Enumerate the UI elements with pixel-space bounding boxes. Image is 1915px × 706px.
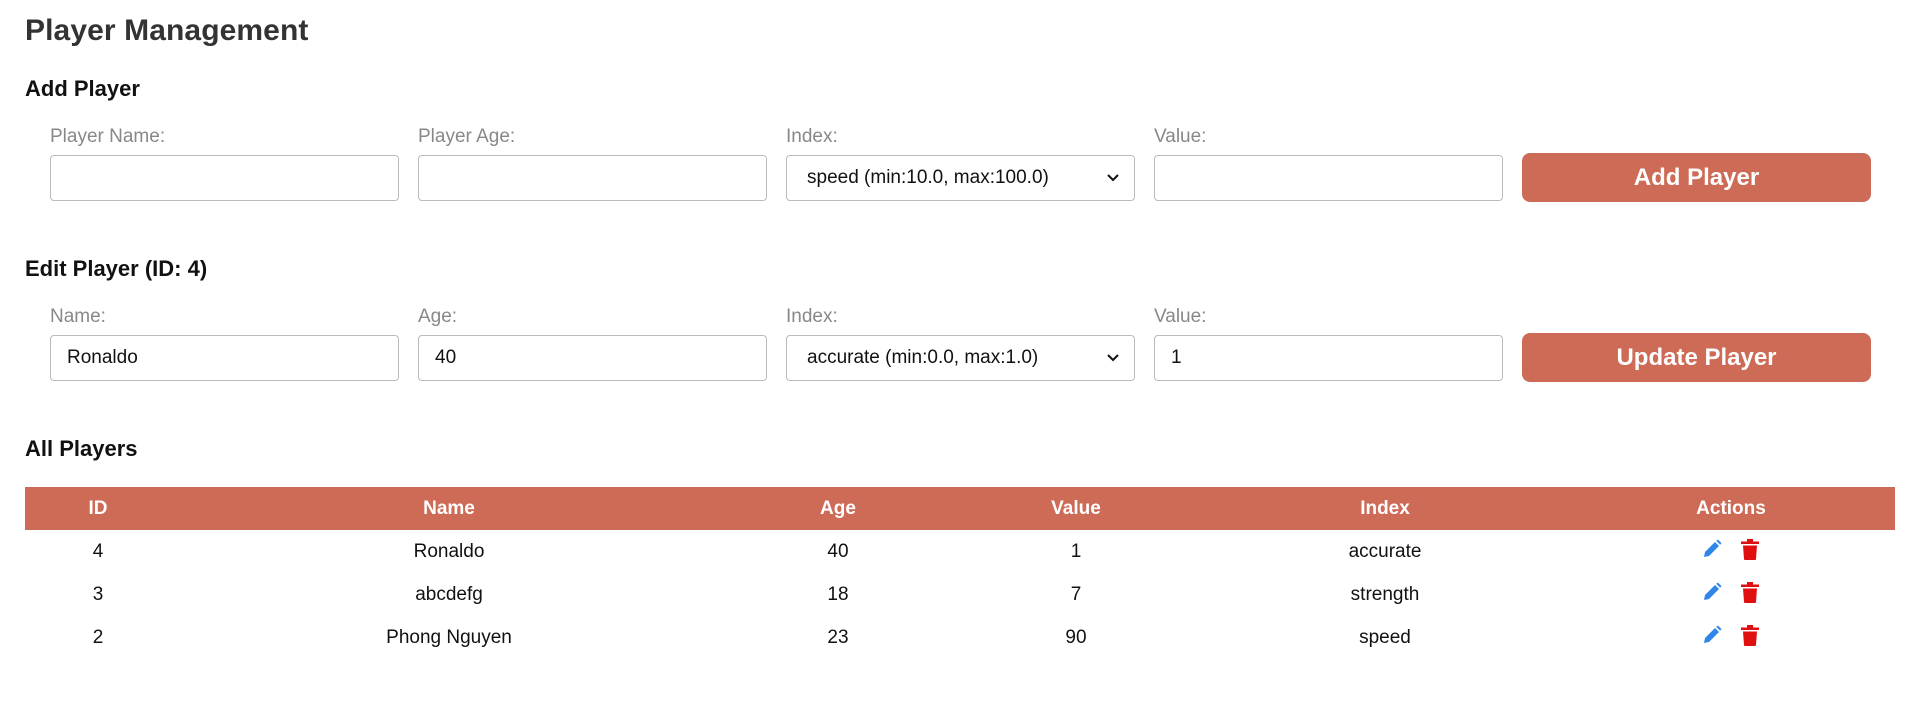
cell-id: 3 — [92, 583, 104, 605]
cell-actions — [1567, 616, 1895, 659]
update-player-button[interactable]: Update Player — [1522, 333, 1871, 382]
trash-icon[interactable] — [1740, 538, 1760, 560]
cell-id: 4 — [92, 540, 104, 562]
cell-value: 7 — [1070, 583, 1082, 605]
table-row: 3 abcdefg 18 7 strength — [25, 573, 1895, 616]
cell-age: 40 — [827, 540, 849, 562]
edit-player-heading: Edit Player (ID: 4) — [25, 256, 208, 281]
cell-value: 1 — [1070, 540, 1082, 562]
column-header-index: Index — [1360, 497, 1410, 519]
column-header-name: Name — [423, 497, 475, 519]
add-index-selected-value: speed (min:10.0, max:100.0) — [807, 167, 1049, 188]
edit-index-label: Index: — [786, 306, 838, 327]
edit-name-input[interactable] — [50, 335, 399, 381]
player-age-input[interactable] — [418, 155, 767, 201]
add-player-heading: Add Player — [25, 76, 140, 101]
add-player-button[interactable]: Add Player — [1522, 153, 1871, 202]
page-title: Player Management — [25, 14, 309, 47]
chevron-down-icon — [1106, 351, 1120, 365]
edit-name-label: Name: — [50, 306, 106, 327]
column-header-id: ID — [88, 497, 108, 519]
table-header-row: ID Name Age Value Index Actions — [25, 487, 1895, 530]
cell-age: 18 — [827, 583, 849, 605]
all-players-heading: All Players — [25, 436, 138, 461]
table-row: 2 Phong Nguyen 23 90 speed — [25, 616, 1895, 659]
column-header-actions: Actions — [1696, 497, 1766, 519]
edit-age-label: Age: — [418, 306, 458, 327]
cell-name: Ronaldo — [413, 540, 485, 562]
edit-value-label: Value: — [1154, 306, 1207, 327]
cell-id: 2 — [92, 626, 104, 648]
column-header-value: Value — [1051, 497, 1101, 519]
cell-actions — [1567, 573, 1895, 616]
cell-index: strength — [1350, 583, 1420, 605]
cell-age: 23 — [827, 626, 849, 648]
player-age-label: Player Age: — [418, 126, 516, 147]
edit-index-selected-value: accurate (min:0.0, max:1.0) — [807, 347, 1039, 368]
player-name-label: Player Name: — [50, 126, 166, 147]
add-index-label: Index: — [786, 126, 838, 147]
edit-index-select[interactable]: accurate (min:0.0, max:1.0) — [786, 335, 1135, 381]
edit-value-input[interactable] — [1154, 335, 1503, 381]
player-name-input[interactable] — [50, 155, 399, 201]
pencil-icon[interactable] — [1702, 581, 1722, 603]
edit-age-input[interactable] — [418, 335, 767, 381]
trash-icon[interactable] — [1740, 624, 1760, 646]
table-row: 4 Ronaldo 40 1 accurate — [25, 530, 1895, 573]
column-header-age: Age — [820, 497, 856, 519]
player-management-page: Player Management Add Player Player Name… — [0, 0, 1915, 706]
trash-icon[interactable] — [1740, 581, 1760, 603]
pencil-icon[interactable] — [1702, 624, 1722, 646]
cell-value: 90 — [1065, 626, 1087, 648]
cell-actions — [1567, 530, 1895, 573]
cell-index: speed — [1359, 626, 1411, 648]
cell-index: accurate — [1348, 540, 1422, 562]
chevron-down-icon — [1106, 171, 1120, 185]
add-value-input[interactable] — [1154, 155, 1503, 201]
pencil-icon[interactable] — [1702, 538, 1722, 560]
add-index-select[interactable]: speed (min:10.0, max:100.0) — [786, 155, 1135, 201]
add-value-label: Value: — [1154, 126, 1207, 147]
players-table: ID Name Age Value Index Actions 4 Ronald… — [25, 487, 1895, 659]
cell-name: abcdefg — [415, 583, 483, 605]
cell-name: Phong Nguyen — [386, 626, 512, 648]
